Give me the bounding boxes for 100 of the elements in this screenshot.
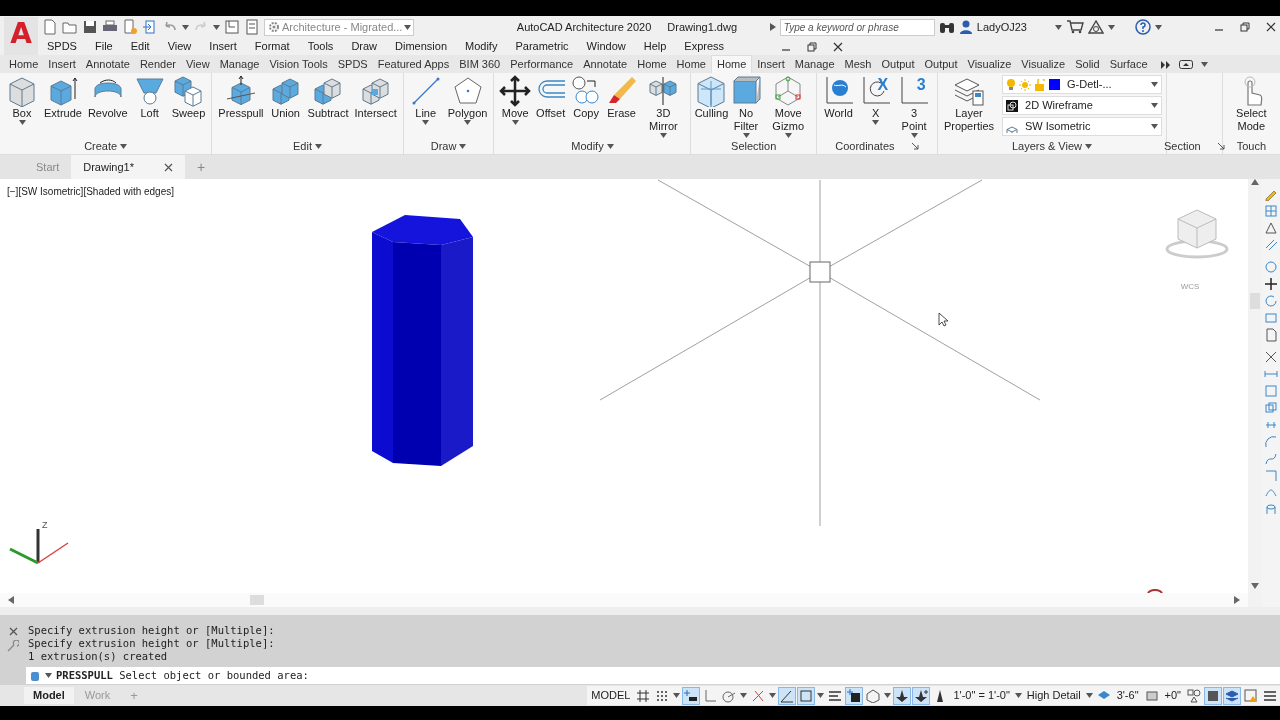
close-icon[interactable] — [8, 627, 18, 636]
panel-title[interactable]: Create — [84, 137, 118, 154]
caret-icon[interactable] — [659, 133, 667, 138]
ribbon-tab[interactable]: Visualize — [1016, 56, 1071, 73]
status-button[interactable]: +0" — [1162, 687, 1183, 704]
cart-icon[interactable] — [1066, 20, 1084, 34]
ribbon-button[interactable]: Union — [267, 75, 304, 120]
ribbon-tab[interactable]: Render — [134, 56, 181, 73]
caret-icon[interactable] — [464, 120, 472, 125]
scroll-thumb[interactable] — [250, 595, 264, 605]
status-toggle[interactable] — [683, 687, 700, 704]
caret-icon[interactable] — [872, 120, 880, 125]
document-tool-icon[interactable] — [1264, 328, 1278, 342]
caret-icon[interactable] — [1085, 143, 1092, 149]
help-icon[interactable] — [1135, 19, 1151, 35]
status-toggle[interactable] — [798, 687, 815, 704]
caret-icon[interactable] — [1151, 82, 1158, 87]
viewport-controls[interactable]: [−][SW Isometric][Shaded with edges] — [7, 184, 175, 199]
ribbon-tab[interactable]: Insert — [752, 56, 790, 73]
layout-icon[interactable] — [244, 19, 260, 35]
close-icon[interactable] — [164, 162, 173, 172]
triangle-logo-icon[interactable] — [1088, 20, 1104, 34]
sheet-icon[interactable] — [224, 19, 240, 35]
panel-title[interactable]: Touch — [1236, 137, 1267, 154]
cylinder-tool-icon[interactable] — [1264, 503, 1278, 517]
ribbon-button[interactable]: Subtract — [305, 75, 351, 120]
file-tab[interactable]: Drawing1* — [71, 155, 185, 179]
ribbon-button[interactable]: Polygon — [445, 75, 490, 125]
ribbon-tab[interactable]: Solid — [1070, 56, 1105, 73]
ribbon-tab[interactable]: Vision Tools — [264, 56, 333, 73]
ribbon-button[interactable]: Copy — [569, 75, 603, 120]
caret-icon[interactable] — [120, 143, 128, 149]
layer-dropdown[interactable]: 2D Wireframe — [1002, 96, 1162, 115]
caret-icon[interactable] — [1085, 693, 1093, 698]
menu-item[interactable]: Help — [634, 39, 676, 54]
ribbon-button[interactable]: Move — [498, 75, 532, 125]
command-icon[interactable] — [29, 669, 41, 682]
scroll-tabs-icon[interactable] — [1160, 60, 1171, 69]
ribbon-tab[interactable]: SPDS — [332, 56, 373, 73]
status-toggle[interactable] — [779, 687, 796, 704]
share-icon[interactable] — [142, 19, 158, 35]
menu-item[interactable]: Tools — [298, 39, 343, 54]
menu-item[interactable]: Parametric — [506, 39, 578, 54]
menu-item[interactable]: View — [158, 39, 201, 54]
dialog-launcher-icon[interactable] — [911, 142, 919, 150]
ribbon-button[interactable]: Layer Properties — [941, 75, 996, 133]
menu-item[interactable]: Insert — [200, 39, 246, 54]
ribbon-button[interactable]: Line — [407, 75, 444, 125]
caret-icon[interactable] — [459, 143, 467, 149]
ribbon-button[interactable]: World — [820, 75, 857, 120]
search-field[interactable]: Type a keyword or phrase — [779, 18, 935, 36]
ribbon-tab[interactable]: Performance — [505, 56, 579, 73]
caret-icon[interactable] — [315, 143, 322, 149]
caret-icon[interactable] — [884, 693, 892, 698]
ribbon-button[interactable]: Loft — [131, 75, 168, 120]
status-toggle[interactable] — [702, 687, 719, 704]
restore-icon[interactable] — [807, 41, 818, 52]
ribbon-button[interactable]: Culling — [695, 75, 728, 120]
move-tool-icon[interactable] — [1264, 277, 1278, 291]
save-icon[interactable] — [82, 19, 98, 35]
folder-icon[interactable] — [62, 19, 78, 35]
ribbon-tab[interactable]: Insert — [43, 56, 81, 73]
status-toggle[interactable] — [894, 687, 911, 704]
scroll-left-icon[interactable] — [8, 596, 14, 604]
ribbon-tab[interactable]: Surface — [1104, 56, 1153, 73]
curve-tool-icon[interactable] — [1264, 452, 1278, 466]
panel-title[interactable]: Selection — [731, 137, 777, 154]
vertical-scrollbar[interactable] — [1248, 179, 1262, 607]
close-icon[interactable] — [833, 41, 844, 52]
app-logo[interactable]: A — [4, 17, 38, 55]
panel-toggle-icon[interactable] — [1178, 60, 1193, 69]
ribbon-button[interactable]: Revolve — [85, 75, 130, 120]
status-button[interactable]: MODEL — [589, 687, 633, 704]
ribbon-tab[interactable]: Manage — [214, 56, 265, 73]
ribbon-tab[interactable]: Home — [710, 55, 753, 73]
user-icon[interactable] — [958, 20, 973, 34]
ribbon-tab[interactable]: Manage — [789, 56, 840, 73]
user-name[interactable]: LadyOJ23 — [976, 18, 1027, 36]
binoculars-icon[interactable] — [938, 20, 955, 34]
caret-icon[interactable] — [182, 24, 189, 30]
caret-icon[interactable] — [784, 133, 792, 138]
status-toggle[interactable] — [865, 687, 882, 704]
ribbon-button[interactable]: Intersect — [352, 75, 399, 120]
menu-item[interactable]: Window — [577, 39, 635, 54]
ribbon-tab[interactable]: Mesh — [839, 56, 877, 73]
ribbon-button[interactable]: Move Gizmo — [764, 75, 812, 138]
status-toggle[interactable] — [1186, 687, 1202, 704]
caret-icon[interactable] — [742, 133, 750, 138]
ribbon-button[interactable]: Presspull — [216, 75, 266, 120]
panel-title[interactable]: Draw — [430, 137, 457, 154]
ribbon-tab[interactable]: Home — [632, 56, 672, 73]
panel-title[interactable]: Section — [1164, 137, 1201, 154]
new-file-icon[interactable] — [42, 19, 58, 35]
ribbon-button[interactable]: Extrude — [42, 75, 84, 120]
status-toggle[interactable] — [1243, 687, 1259, 704]
panel-title[interactable]: Coordinates — [835, 137, 895, 154]
panel-title[interactable]: Modify — [571, 137, 604, 154]
ribbon-button[interactable]: Offset — [533, 75, 568, 120]
caret-icon[interactable] — [404, 24, 412, 30]
menu-item[interactable]: SPDS — [38, 39, 86, 54]
